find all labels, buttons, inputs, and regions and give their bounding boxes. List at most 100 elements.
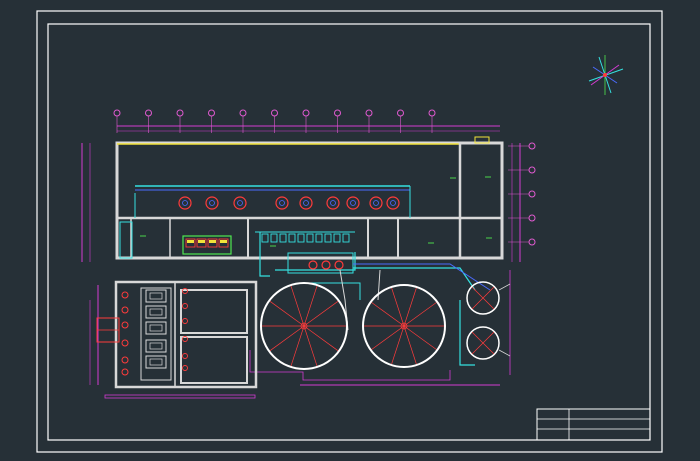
tank-spoke <box>269 325 305 351</box>
pump-icon <box>121 339 129 347</box>
pump-icon <box>121 356 129 364</box>
pump-icon <box>121 368 129 376</box>
fan-hub <box>237 200 243 206</box>
tank-cell-inner <box>149 342 163 350</box>
equipment-unit <box>297 233 305 243</box>
right-axis-dimensions <box>508 142 536 262</box>
equipment-cell-mark <box>187 240 194 243</box>
title-block <box>536 408 651 441</box>
grid-bubble-icon <box>528 142 536 150</box>
tank-spoke <box>391 325 405 365</box>
grid-bubble-icon <box>113 109 121 117</box>
tank-cell-inner <box>149 358 163 366</box>
fan-icon <box>178 196 192 210</box>
plant-layout-drawing <box>36 10 663 453</box>
grid-bubble-icon <box>145 109 152 117</box>
equipment-unit <box>270 233 278 243</box>
circular-tank-icon <box>260 282 348 370</box>
equipment-unit <box>342 233 350 243</box>
pump-icon <box>182 318 188 324</box>
equipment-cell-mark <box>220 240 227 243</box>
fan-hub <box>373 200 379 206</box>
left-axis-dimensions <box>81 143 99 385</box>
equipment-cell-mark <box>209 240 216 243</box>
tank-spoke <box>303 325 339 351</box>
equipment-group-middle <box>255 231 355 243</box>
circular-tank-icon <box>362 284 446 368</box>
fan-icon <box>326 196 340 210</box>
grid-bubble-icon <box>239 109 247 117</box>
tank-spoke <box>403 287 417 327</box>
grid-bubble-icon <box>365 109 373 117</box>
tank-spoke <box>371 302 405 327</box>
grid-bubble-icon <box>397 109 404 117</box>
tank-spoke <box>403 325 437 350</box>
pump-icon <box>121 291 129 299</box>
pump-icon <box>182 365 188 371</box>
tank-spoke <box>391 287 405 327</box>
grid-bubble-icon <box>528 214 536 222</box>
fan-icon <box>275 196 289 210</box>
pump-icon <box>121 321 129 329</box>
fan-icon <box>205 196 219 210</box>
fan-hub <box>303 200 309 206</box>
fan-icon <box>233 196 247 210</box>
tank-cell <box>145 321 167 335</box>
equipment-unit <box>324 233 332 243</box>
equipment-unit <box>333 233 341 243</box>
tank-spoke <box>303 325 318 367</box>
fan-icon <box>299 196 313 210</box>
tank-cell <box>145 355 167 369</box>
fan-icon <box>386 196 400 210</box>
pump-icon <box>334 260 344 270</box>
equipment-group-left <box>182 235 232 255</box>
tank-spoke <box>290 325 305 367</box>
grid-bubble-icon <box>208 109 215 117</box>
top-axis-dimensions <box>113 109 500 133</box>
grid-bubble-icon <box>176 109 184 117</box>
pump-icon <box>321 260 331 270</box>
fan-hub <box>209 200 215 206</box>
grid-bubble-icon <box>528 238 536 246</box>
tank-cell-inner <box>149 292 163 300</box>
pump-icon <box>308 260 318 270</box>
equipment-cell-mark <box>198 240 205 243</box>
tank-cell <box>145 289 167 303</box>
pump-row <box>308 260 344 270</box>
fan-hub <box>390 200 396 206</box>
pump-icon <box>182 353 188 359</box>
tank-cell-inner <box>149 324 163 332</box>
tank-spoke <box>303 301 339 327</box>
tank-spoke <box>403 302 437 327</box>
fan-hub <box>350 200 356 206</box>
tank-cell-inner <box>149 308 163 316</box>
tank-spoke <box>403 325 417 365</box>
grid-bubble-icon <box>271 109 278 117</box>
pump-icon <box>121 306 129 314</box>
north-arrow-icon <box>588 55 624 95</box>
equipment-unit <box>288 233 296 243</box>
equipment-unit <box>261 233 269 243</box>
grid-bubble-icon <box>528 166 536 174</box>
tank-spoke <box>290 285 305 327</box>
fan-hub <box>279 200 285 206</box>
grid-bubble-icon <box>528 190 536 198</box>
pump-icon <box>182 303 188 309</box>
fan-icon <box>346 196 360 210</box>
cad-drawing-canvas <box>0 0 700 461</box>
tank-cell <box>145 339 167 353</box>
fan-hub <box>182 200 188 206</box>
grid-bubble-icon <box>334 109 341 117</box>
tank-spoke <box>371 325 405 350</box>
grid-bubble-icon <box>302 109 310 117</box>
tank-spoke <box>269 301 305 327</box>
equipment-unit <box>306 233 314 243</box>
equipment-unit <box>279 233 287 243</box>
fan-hub <box>330 200 336 206</box>
tank-cell <box>145 305 167 319</box>
round-vessel-icon <box>466 326 511 360</box>
fan-icon <box>369 196 383 210</box>
fan-row <box>178 196 400 210</box>
tank-spoke <box>303 285 318 327</box>
lower-left-building <box>96 280 258 399</box>
